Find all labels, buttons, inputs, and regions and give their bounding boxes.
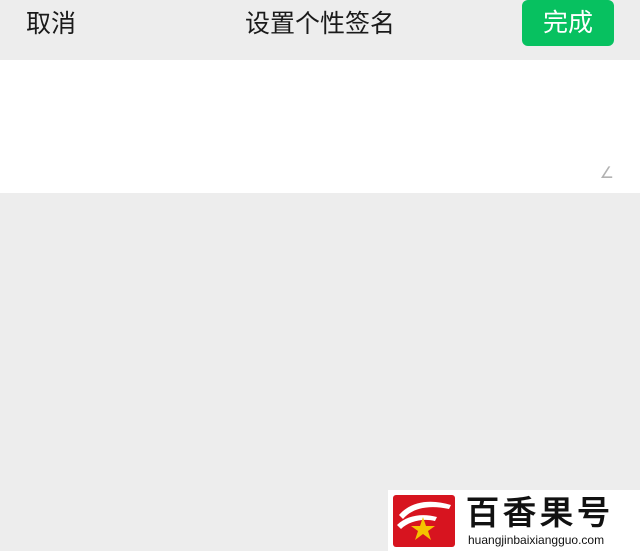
char-counter: ∠ (599, 163, 614, 182)
signature-input[interactable] (24, 74, 616, 174)
done-button[interactable]: 完成 (522, 0, 614, 46)
signature-input-panel: ∠ (0, 60, 640, 193)
watermark-name: 百香果号 (466, 493, 614, 532)
cancel-button[interactable]: 取消 (26, 6, 76, 42)
navigation-bar: 取消 设置个性签名 完成 (0, 0, 640, 60)
watermark: 百香果号 huangjinbaixiangguo.com (388, 490, 640, 551)
watermark-url: huangjinbaixiangguo.com (468, 533, 605, 547)
passion-fruit-logo-icon (393, 495, 455, 547)
